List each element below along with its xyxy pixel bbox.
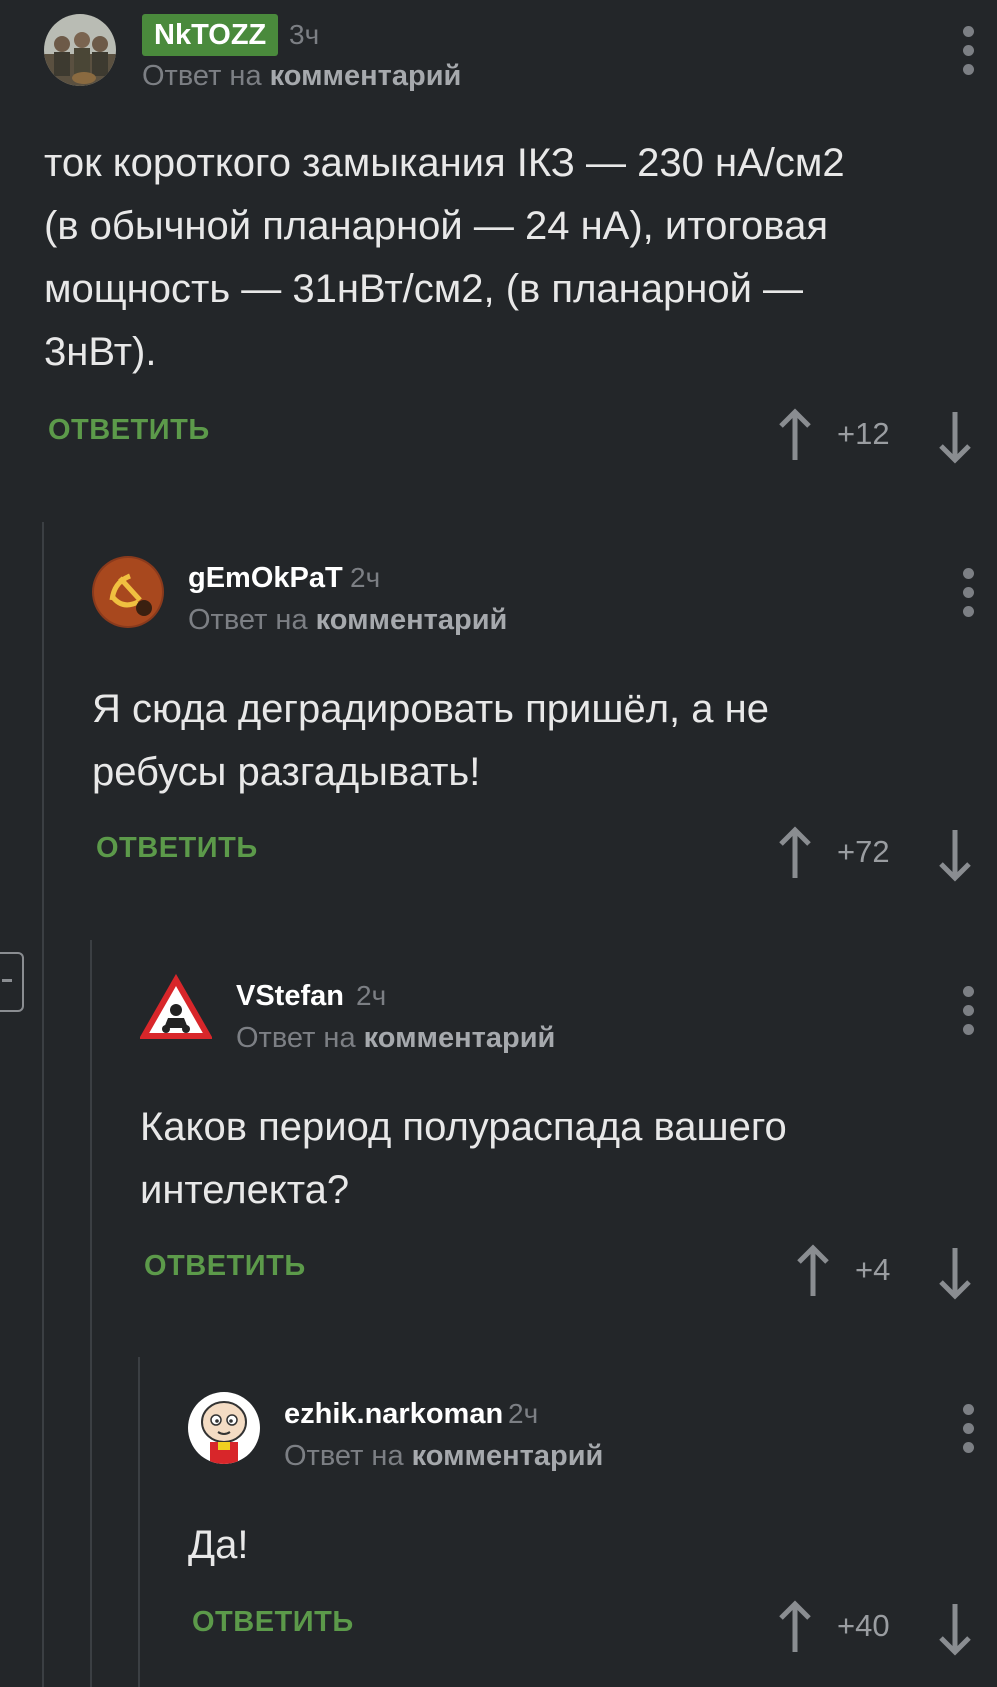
comment-text-line: интелекта?	[140, 1168, 350, 1212]
comment-text-line: ток короткого замыкания IКЗ — 230 нА/см2	[44, 141, 845, 185]
reply-to[interactable]: Ответ на комментарий	[236, 1020, 555, 1056]
comment-text-line: (в обычной планарной — 24 нА), итоговая	[44, 204, 829, 248]
comment-text: Да!	[188, 1514, 248, 1577]
arrow-up-icon[interactable]	[793, 1244, 833, 1300]
comment-time: 2ч	[356, 980, 387, 1011]
avatar[interactable]	[44, 14, 116, 86]
reply-to[interactable]: Ответ на комментарий	[284, 1438, 603, 1474]
reply-prefix: Ответ на	[236, 1022, 356, 1054]
arrow-down-icon[interactable]	[935, 408, 975, 464]
reply-prefix: Ответ на	[188, 604, 308, 636]
reply-to[interactable]: Ответ на комментарий	[142, 58, 461, 94]
comment-text: ток короткого замыкания IКЗ — 230 нА/см2…	[44, 132, 845, 384]
comment-text: Каков период полураспада вашего интелект…	[140, 1096, 787, 1222]
vote-controls: +40	[775, 1600, 975, 1656]
vote-controls: +12	[775, 408, 975, 464]
comment: ezhik.narkoman 2ч Ответ на комментарий Д…	[188, 1392, 997, 1672]
more-vertical-icon[interactable]	[961, 568, 975, 625]
avatar[interactable]	[188, 1392, 260, 1464]
reply-prefix: Ответ на	[142, 60, 262, 92]
reply-button[interactable]: ОТВЕТИТЬ	[96, 832, 258, 865]
comment-text-line: мощность — 31нВт/см2, (в планарной —	[44, 267, 804, 311]
collapse-thread-icon[interactable]	[0, 952, 24, 1012]
comment: gEmOkPaT 2ч Ответ на комментарий Я сюда …	[92, 556, 997, 886]
arrow-down-icon[interactable]	[935, 826, 975, 882]
comment-time: 2ч	[508, 1398, 539, 1429]
more-vertical-icon[interactable]	[961, 26, 975, 83]
reply-prefix: Ответ на	[284, 1440, 404, 1472]
arrow-up-icon[interactable]	[775, 826, 815, 882]
comment-time: 3ч	[289, 19, 320, 50]
author-name[interactable]: NkTOZZ	[142, 14, 279, 56]
vote-score: +12	[837, 416, 890, 451]
avatar[interactable]	[92, 556, 164, 628]
author-name[interactable]: VStefan	[236, 978, 344, 1014]
reply-button[interactable]: ОТВЕТИТЬ	[48, 414, 210, 447]
comment: NkTOZZ 3ч Ответ на комментарий ток корот…	[44, 14, 997, 474]
reply-target-link[interactable]: комментарий	[364, 1022, 556, 1054]
arrow-down-icon[interactable]	[935, 1244, 975, 1300]
vote-score: +72	[837, 834, 890, 869]
more-vertical-icon[interactable]	[961, 986, 975, 1043]
avatar[interactable]	[140, 974, 212, 1046]
thread-line-level-3	[138, 1357, 140, 1687]
arrow-down-icon[interactable]	[935, 1600, 975, 1656]
reply-button[interactable]: ОТВЕТИТЬ	[192, 1606, 354, 1639]
reply-target-link[interactable]: комментарий	[412, 1440, 604, 1472]
comment: VStefan 2ч Ответ на комментарий Каков пе…	[140, 974, 997, 1304]
author-name[interactable]: ezhik.narkoman	[284, 1396, 503, 1432]
comment-text-line: Каков период полураспада вашего	[140, 1105, 787, 1149]
thread-line-level-1	[42, 522, 44, 1687]
author-name[interactable]: gEmOkPaT	[188, 560, 343, 596]
comment-text-line: 3нВт).	[44, 330, 157, 374]
comment-text-line: ребусы разгадывать!	[92, 750, 481, 794]
reply-button[interactable]: ОТВЕТИТЬ	[144, 1250, 306, 1283]
reply-target-link[interactable]: комментарий	[270, 60, 462, 92]
thread-line-level-2	[90, 940, 92, 1687]
arrow-up-icon[interactable]	[775, 1600, 815, 1656]
vote-score: +40	[837, 1608, 890, 1643]
reply-to[interactable]: Ответ на комментарий	[188, 602, 507, 638]
vote-controls: +4	[793, 1244, 975, 1300]
more-vertical-icon[interactable]	[961, 1404, 975, 1461]
reply-target-link[interactable]: комментарий	[316, 604, 508, 636]
arrow-up-icon[interactable]	[775, 408, 815, 464]
vote-score: +4	[855, 1252, 891, 1287]
vote-controls: +72	[775, 826, 975, 882]
comment-time: 2ч	[350, 562, 381, 593]
comment-text-line: Я сюда деградировать пришёл, а не	[92, 687, 769, 731]
comment-text: Я сюда деградировать пришёл, а не ребусы…	[92, 678, 769, 804]
comment-text-line: Да!	[188, 1523, 249, 1567]
